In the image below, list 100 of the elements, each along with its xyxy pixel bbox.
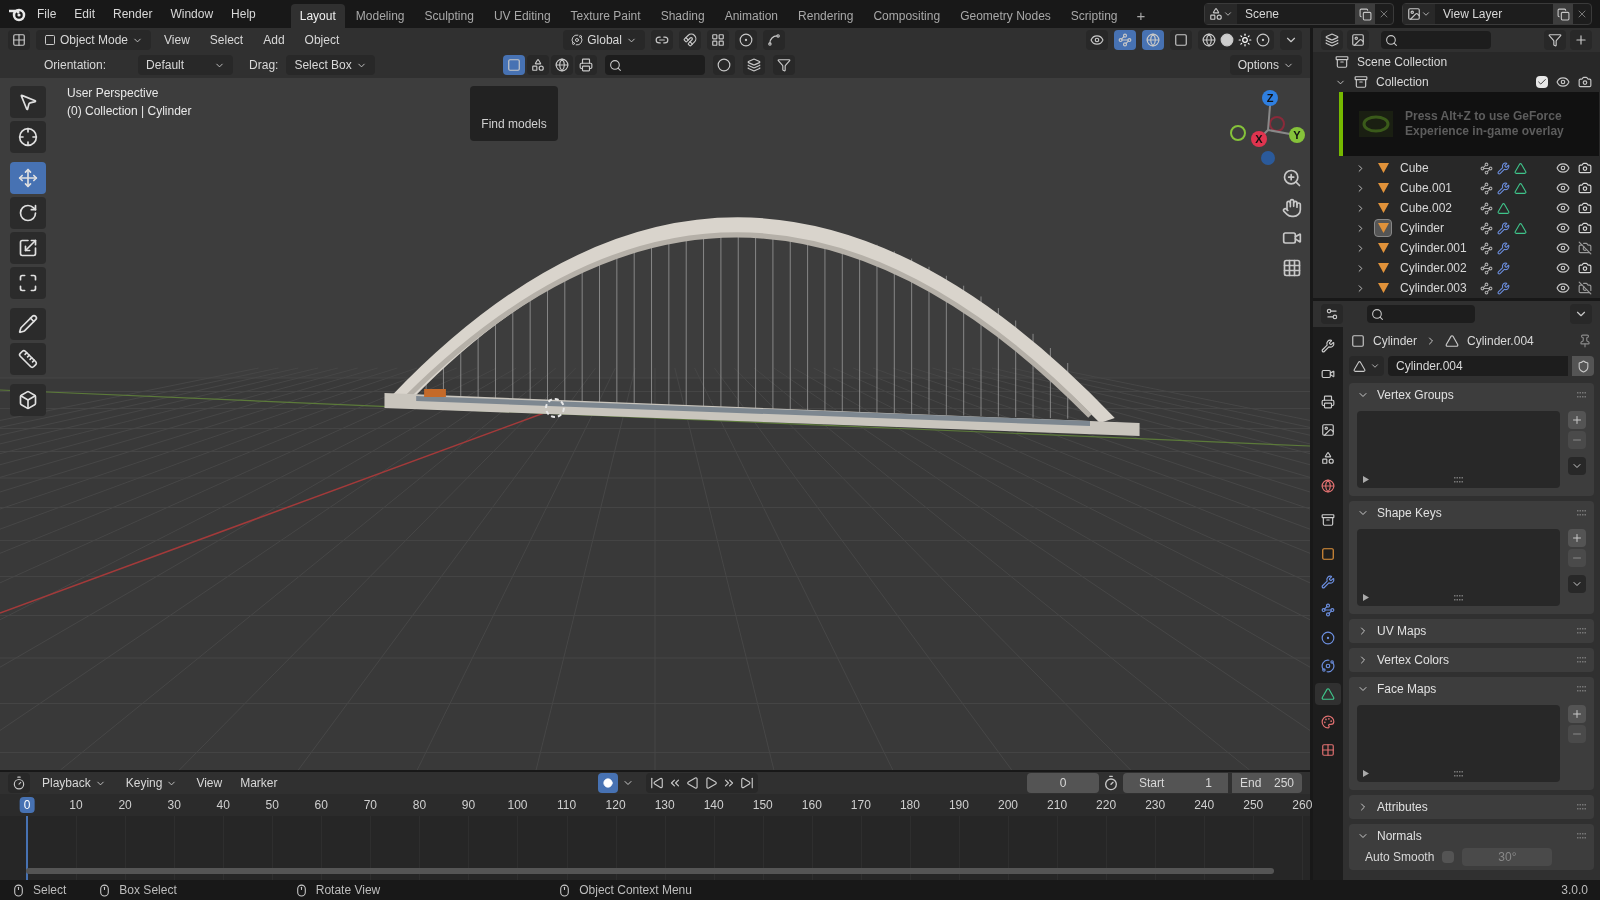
axis-handle[interactable]: Z — [1262, 90, 1278, 106]
negative-axis-handle[interactable] — [1261, 151, 1275, 165]
end-frame-field[interactable]: End 250 — [1232, 773, 1302, 793]
snap-target-button[interactable] — [706, 30, 729, 50]
fake-user-button[interactable] — [1572, 356, 1594, 376]
menu-item[interactable]: Help — [224, 3, 263, 25]
filter-button[interactable] — [1544, 30, 1566, 50]
workspace-tab[interactable]: Rendering — [789, 4, 863, 28]
overlay-button[interactable] — [1142, 30, 1164, 50]
workspace-tab[interactable]: Modeling — [346, 4, 414, 28]
mode-extend-button[interactable] — [526, 55, 549, 75]
drag-select[interactable]: Select Box — [286, 55, 375, 75]
tool-button[interactable] — [10, 384, 46, 416]
workspace-tab[interactable]: Sculpting — [415, 4, 483, 28]
panel-header[interactable]: Attributes — [1349, 795, 1594, 819]
mesh-name-field[interactable]: Cylinder.004 — [1388, 356, 1568, 376]
outliner-row[interactable]: Cylinder.001 — [1313, 238, 1600, 258]
workspace-tab[interactable]: Scripting — [1061, 4, 1127, 28]
properties-tab[interactable] — [1315, 683, 1341, 705]
checkbox[interactable] — [1536, 76, 1548, 88]
workspace-tab[interactable]: Compositing — [864, 4, 950, 28]
viewport-menu[interactable]: Select — [202, 31, 251, 49]
menu-item[interactable]: Window — [163, 3, 221, 25]
mode-intersect-button[interactable] — [574, 55, 597, 75]
orientation-select[interactable]: Default — [138, 55, 234, 75]
workspace-tab[interactable]: Shading — [651, 4, 714, 28]
current-frame-field[interactable]: 0 — [1027, 773, 1099, 793]
filter-layers-button[interactable] — [1347, 30, 1369, 50]
specials-menu-button[interactable] — [1568, 575, 1586, 593]
editor-type-button[interactable] — [8, 30, 30, 50]
specials-menu-button[interactable] — [1568, 457, 1586, 475]
menu-item[interactable]: Render — [106, 3, 160, 25]
negative-axis-handle[interactable] — [1269, 116, 1285, 132]
panel-header[interactable]: Normals — [1349, 824, 1594, 848]
axis-handle[interactable]: Y — [1289, 127, 1305, 143]
scrollbar[interactable] — [26, 868, 1274, 874]
record-button[interactable] — [597, 773, 618, 793]
editor-type-button[interactable] — [1321, 304, 1343, 324]
panel-header[interactable]: UV Maps — [1349, 619, 1594, 643]
menu-item[interactable]: Edit — [67, 3, 103, 25]
viewport-menu[interactable]: Object — [297, 31, 347, 49]
xray-button[interactable] — [1170, 30, 1192, 50]
falloff-shape-button[interactable] — [712, 55, 735, 75]
options-dropdown[interactable]: Options — [1229, 55, 1302, 75]
outliner-row[interactable]: Cube.001 — [1313, 178, 1600, 198]
filter-button[interactable] — [772, 55, 795, 75]
search-field[interactable] — [604, 55, 705, 75]
add-button[interactable] — [1568, 529, 1586, 547]
mode-dropdown[interactable]: Object Mode — [36, 30, 152, 50]
options-button[interactable] — [1570, 304, 1592, 324]
outliner-row[interactable]: Collection — [1313, 72, 1600, 92]
tool-button[interactable] — [10, 197, 46, 229]
display-mode-button[interactable] — [1321, 30, 1343, 50]
proportional-button[interactable] — [734, 30, 757, 50]
outliner-row[interactable]: Cylinder — [1313, 218, 1600, 238]
outliner-row[interactable]: Cylinder.002 — [1313, 258, 1600, 278]
viewport-menu[interactable]: View — [157, 31, 197, 49]
add-workspace-button[interactable]: + — [1128, 4, 1154, 28]
start-frame-field[interactable]: Start 1 — [1123, 773, 1228, 793]
outliner-row[interactable]: Cube.002 — [1313, 198, 1600, 218]
negative-axis-handle[interactable] — [1230, 125, 1246, 141]
snap-button[interactable] — [678, 30, 701, 50]
orientation-dropdown[interactable]: Global — [563, 30, 645, 50]
visibility-button[interactable] — [1086, 30, 1108, 50]
tool-button[interactable] — [10, 343, 46, 375]
shading-menu-button[interactable] — [1280, 30, 1302, 50]
tool-button[interactable] — [10, 308, 46, 340]
tool-button[interactable] — [10, 267, 46, 299]
add-button[interactable] — [1568, 705, 1586, 723]
timeline-menu[interactable]: Playback — [34, 773, 114, 793]
view-layer-selector[interactable]: View Layer — [1402, 3, 1592, 25]
search-field[interactable] — [1381, 31, 1491, 49]
mode-subtract-button[interactable] — [550, 55, 573, 75]
mesh-browse-button[interactable] — [1349, 356, 1384, 376]
mode-new-button[interactable] — [502, 55, 525, 75]
add-button[interactable] — [1568, 411, 1586, 429]
search-field[interactable] — [1367, 305, 1475, 323]
workspace-tab[interactable]: UV Editing — [484, 4, 560, 28]
workspace-tab[interactable]: Animation — [715, 4, 788, 28]
tool-button[interactable] — [10, 86, 46, 118]
outliner-row[interactable]: Cylinder.003 — [1313, 278, 1600, 298]
workspace-tab[interactable]: Layout — [290, 4, 345, 28]
logo-icon[interactable] — [8, 6, 26, 22]
timeline-menu[interactable]: Marker — [233, 774, 285, 792]
axis-handle[interactable]: X — [1251, 131, 1267, 147]
menu-item[interactable]: File — [30, 3, 64, 25]
gizmo-button[interactable] — [1114, 30, 1136, 50]
outliner-root[interactable]: Scene Collection — [1357, 53, 1448, 71]
tool-button[interactable] — [10, 121, 46, 153]
new-collection-button[interactable] — [1570, 30, 1592, 50]
tool-button[interactable] — [10, 232, 46, 264]
panel-header[interactable]: Vertex Colors — [1349, 648, 1594, 672]
pivot-button[interactable] — [650, 30, 673, 50]
hierarchy-button[interactable] — [742, 55, 765, 75]
workspace-tab[interactable]: Geometry Nodes — [951, 4, 1060, 28]
falloff-button[interactable] — [762, 30, 785, 50]
workspace-tab[interactable]: Texture Paint — [561, 4, 650, 28]
scene-selector[interactable]: Scene — [1204, 3, 1394, 25]
timeline-menu[interactable]: View — [189, 774, 230, 792]
viewport-menu[interactable]: Add — [256, 31, 292, 49]
